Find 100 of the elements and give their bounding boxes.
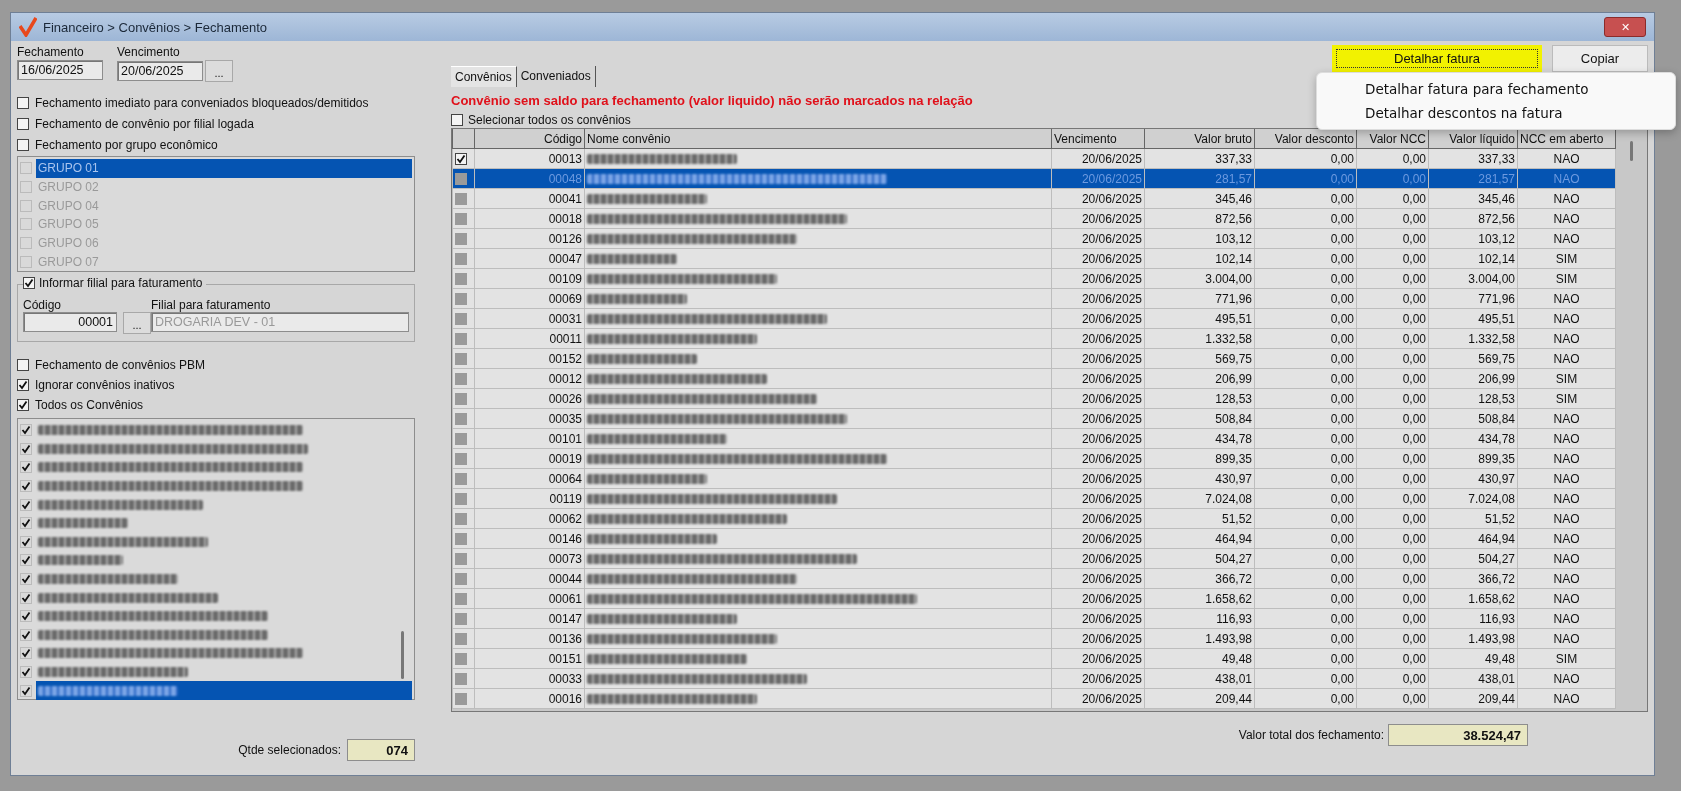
table-row[interactable]: 00073 20/06/2025 504,27 0,00 0,00 504,27 NAO [452, 548, 1616, 569]
checkbox[interactable] [20, 181, 32, 194]
date-field[interactable]: 20/06/2025 [117, 61, 203, 81]
checkbox[interactable] [455, 552, 467, 565]
table-row[interactable]: 00069 20/06/2025 771,96 0,00 0,00 771,96 NAO [452, 288, 1616, 309]
checkbox[interactable] [455, 412, 467, 425]
table-row[interactable]: 00101 20/06/2025 434,78 0,00 0,00 434,78 NAO [452, 428, 1616, 449]
table-row[interactable]: 00136 20/06/2025 1.493,98 0,00 0,00 1.493,98 NAO [452, 628, 1616, 649]
column-header[interactable]: Código [474, 129, 585, 149]
checkbox[interactable] [455, 432, 467, 445]
table-row[interactable]: 00026 20/06/2025 128,53 0,00 0,00 128,53 SIM [452, 388, 1616, 409]
checkbox[interactable] [455, 612, 467, 625]
table-row[interactable]: 00016 20/06/2025 209,44 0,00 0,00 209,44 NAO [452, 688, 1616, 709]
checkbox[interactable] [455, 212, 467, 225]
checkbox[interactable] [20, 666, 32, 678]
checkbox[interactable] [17, 118, 29, 130]
checkbox[interactable] [455, 272, 467, 285]
checkbox[interactable] [455, 452, 467, 465]
table-row[interactable]: 00019 20/06/2025 899,35 0,00 0,00 899,35 NAO [452, 448, 1616, 469]
checkbox[interactable] [20, 684, 32, 697]
table-row[interactable]: 00031 20/06/2025 495,51 0,00 0,00 495,51 NAO [452, 308, 1616, 329]
table-row[interactable]: 00147 20/06/2025 116,93 0,00 0,00 116,93 NAO [452, 608, 1616, 629]
tab[interactable]: Convênios [451, 66, 517, 87]
table-row[interactable]: 00126 20/06/2025 103,12 0,00 0,00 103,12 NAO [452, 228, 1616, 249]
checkbox[interactable] [455, 672, 467, 685]
table-row[interactable]: 00146 20/06/2025 464,94 0,00 0,00 464,94 NAO [452, 528, 1616, 549]
checkbox[interactable] [20, 218, 32, 231]
column-header[interactable]: Valor bruto [1144, 129, 1255, 149]
checkbox[interactable] [20, 573, 32, 586]
checkbox[interactable] [451, 113, 463, 126]
checkbox[interactable] [20, 554, 32, 567]
table-row[interactable]: 00033 20/06/2025 438,01 0,00 0,00 438,01 NAO [452, 668, 1616, 689]
checkbox[interactable] [20, 498, 32, 511]
table-row[interactable]: 00119 20/06/2025 7.024,08 0,00 0,00 7.024,08 NAO [452, 488, 1616, 509]
checkbox[interactable] [455, 152, 467, 165]
table-row[interactable]: 00152 20/06/2025 569,75 0,00 0,00 569,75 NAO [452, 348, 1616, 369]
checkbox[interactable] [455, 572, 467, 585]
checkbox[interactable] [20, 647, 32, 660]
code-field[interactable]: 00001 [23, 312, 117, 332]
date-picker-button[interactable]: ... [205, 60, 233, 82]
checkbox[interactable] [20, 517, 32, 530]
checkbox[interactable] [455, 492, 467, 505]
checkbox[interactable] [455, 472, 467, 485]
checkbox[interactable] [20, 461, 32, 474]
copy-button[interactable]: Copiar [1552, 45, 1648, 72]
checkbox[interactable] [455, 172, 467, 185]
checkbox[interactable] [455, 252, 467, 265]
checkbox[interactable] [455, 692, 467, 705]
checkbox[interactable] [455, 352, 467, 365]
checkbox[interactable] [455, 592, 467, 605]
group-item[interactable]: GRUPO 01 [36, 159, 412, 178]
checkbox[interactable] [20, 591, 32, 604]
checkbox[interactable] [455, 312, 467, 325]
column-header[interactable]: Valor desconto [1254, 129, 1357, 149]
checkbox[interactable] [20, 628, 32, 641]
table-row[interactable]: 00109 20/06/2025 3.004,00 0,00 0,00 3.004,00 SIM [452, 268, 1616, 289]
checkbox[interactable] [20, 535, 32, 548]
lookup-button[interactable]: ... [123, 312, 151, 334]
checkbox[interactable] [455, 532, 467, 545]
table-row[interactable]: 00041 20/06/2025 345,46 0,00 0,00 345,46 NAO [452, 188, 1616, 209]
table-row[interactable]: 00062 20/06/2025 51,52 0,00 0,00 51,52 NAO [452, 508, 1616, 529]
scrollbar[interactable] [1630, 141, 1633, 161]
checkbox[interactable] [455, 632, 467, 645]
checkbox[interactable] [17, 139, 29, 151]
table-row[interactable]: 00047 20/06/2025 102,14 0,00 0,00 102,14 SIM [452, 248, 1616, 269]
table-row[interactable]: 00151 20/06/2025 49,48 0,00 0,00 49,48 SIM [452, 648, 1616, 669]
checkbox[interactable] [20, 610, 32, 623]
checkbox[interactable] [455, 372, 467, 385]
checkbox[interactable] [455, 192, 467, 205]
checkbox[interactable] [455, 512, 467, 525]
checkbox[interactable] [20, 162, 32, 175]
table-row[interactable]: 00012 20/06/2025 206,99 0,00 0,00 206,99 SIM [452, 368, 1616, 389]
table-row[interactable]: 00044 20/06/2025 366,72 0,00 0,00 366,72 NAO [452, 568, 1616, 589]
table-row[interactable]: 00035 20/06/2025 508,84 0,00 0,00 508,84 NAO [452, 408, 1616, 429]
date-field[interactable]: 16/06/2025 [17, 60, 103, 80]
checkbox[interactable] [20, 237, 32, 250]
table-row[interactable]: 00064 20/06/2025 430,97 0,00 0,00 430,97 NAO [452, 468, 1616, 489]
menu-item[interactable]: Detalhar descontos na fatura [1317, 101, 1675, 125]
table-row[interactable]: 00061 20/06/2025 1.658,62 0,00 0,00 1.658,62 NAO [452, 588, 1616, 609]
checkbox[interactable] [17, 359, 29, 371]
close-button[interactable]: ✕ [1604, 17, 1646, 37]
checkbox[interactable] [20, 199, 32, 212]
checkbox[interactable] [455, 652, 467, 665]
checkbox[interactable] [455, 232, 467, 245]
checkbox[interactable] [20, 424, 32, 437]
checkbox[interactable] [17, 399, 29, 411]
checkbox[interactable] [23, 277, 35, 289]
checkbox[interactable] [20, 480, 32, 493]
table-row[interactable]: 00011 20/06/2025 1.332,58 0,00 0,00 1.332,58 NAO [452, 328, 1616, 349]
table-row[interactable]: 00013 20/06/2025 337,33 0,00 0,00 337,33 NAO [452, 148, 1616, 169]
checkbox[interactable] [455, 392, 467, 405]
column-header[interactable]: Vencimento [1051, 129, 1145, 149]
scrollbar[interactable] [401, 631, 404, 679]
menu-item[interactable]: Detalhar fatura para fechamento [1317, 77, 1675, 101]
checkbox[interactable] [17, 97, 29, 109]
checkbox[interactable] [455, 332, 467, 345]
column-header[interactable]: Nome convênio [584, 129, 1052, 149]
checkbox[interactable] [20, 255, 32, 268]
checkbox[interactable] [455, 292, 467, 305]
detail-invoice-button[interactable]: Detalhar fatura [1332, 45, 1542, 72]
